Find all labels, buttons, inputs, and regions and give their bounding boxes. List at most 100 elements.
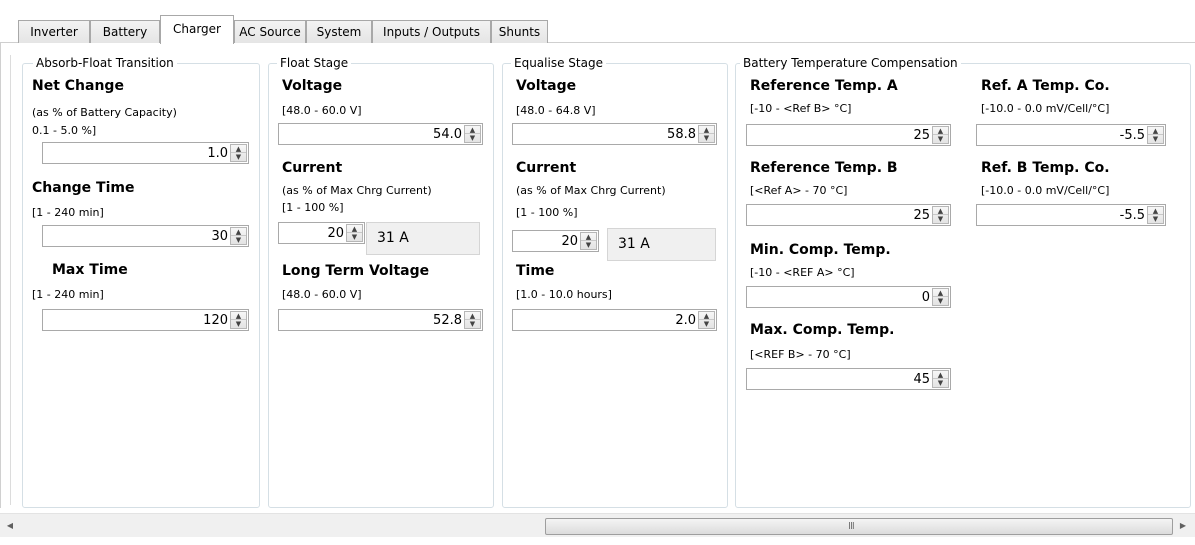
down-arrow-icon[interactable]: ▼ — [933, 215, 948, 223]
scrollbar-thumb[interactable]: III — [545, 518, 1173, 535]
up-arrow-icon[interactable]: ▲ — [231, 145, 246, 153]
tab-inputs-outputs[interactable]: Inputs / Outputs — [372, 20, 491, 44]
down-arrow-icon[interactable]: ▼ — [933, 135, 948, 143]
scroll-right-icon[interactable]: ▶ — [1175, 518, 1191, 534]
eq-time-spinner[interactable]: 2.0 ▲ ▼ — [512, 309, 717, 331]
up-arrow-icon[interactable]: ▲ — [581, 233, 596, 241]
min-comp-temp-range: [-10 - <REF A> °C] — [750, 266, 855, 279]
down-arrow-icon[interactable]: ▼ — [231, 236, 246, 244]
max-comp-temp-value: 45 — [913, 372, 930, 387]
absorb-float-legend: Absorb-Float Transition — [33, 56, 177, 70]
tab-system[interactable]: System — [306, 20, 372, 44]
net-change-label: Net Change — [32, 78, 124, 94]
float-current-label: Current — [282, 160, 343, 176]
down-arrow-icon[interactable]: ▼ — [231, 320, 246, 328]
down-arrow-icon[interactable]: ▼ — [231, 153, 246, 161]
up-arrow-icon[interactable]: ▲ — [465, 312, 480, 320]
up-arrow-icon[interactable]: ▲ — [231, 312, 246, 320]
ref-temp-a-spinner[interactable]: 25 ▲ ▼ — [746, 124, 951, 146]
max-time-label: Max Time — [52, 262, 128, 278]
change-time-spinner[interactable]: 30 ▲ ▼ — [42, 225, 249, 247]
float-stage-legend: Float Stage — [277, 56, 352, 70]
change-time-value: 30 — [211, 229, 228, 244]
max-comp-temp-range: [<REF B> - 70 °C] — [750, 348, 851, 361]
temp-comp-legend: Battery Temperature Compensation — [740, 56, 961, 70]
down-arrow-icon[interactable]: ▼ — [581, 241, 596, 249]
long-term-voltage-range: [48.0 - 60.0 V] — [282, 288, 362, 301]
up-arrow-icon[interactable]: ▲ — [933, 207, 948, 215]
up-arrow-icon[interactable]: ▲ — [933, 289, 948, 297]
up-arrow-icon[interactable]: ▲ — [231, 228, 246, 236]
spin-buttons: ▲ ▼ — [932, 370, 949, 388]
spin-buttons: ▲ ▼ — [464, 311, 481, 329]
up-arrow-icon[interactable]: ▲ — [933, 127, 948, 135]
float-voltage-range: [48.0 - 60.0 V] — [282, 104, 362, 117]
max-time-value: 120 — [203, 313, 228, 328]
spin-buttons: ▲ ▼ — [230, 227, 247, 245]
tab-shunts[interactable]: Shunts — [491, 20, 548, 44]
up-arrow-icon[interactable]: ▲ — [465, 126, 480, 134]
spin-buttons: ▲ ▼ — [932, 206, 949, 224]
spin-buttons: ▲ ▼ — [230, 144, 247, 162]
scroll-left-icon[interactable]: ◀ — [2, 518, 18, 534]
ref-a-temp-co-range: [-10.0 - 0.0 mV/Cell/°C] — [981, 102, 1110, 115]
ref-temp-b-label: Reference Temp. B — [750, 160, 898, 176]
max-comp-temp-spinner[interactable]: 45 ▲ ▼ — [746, 368, 951, 390]
long-term-voltage-label: Long Term Voltage — [282, 263, 430, 279]
float-current-sub: (as % of Max Chrg Current) — [282, 184, 432, 197]
max-time-spinner[interactable]: 120 ▲ ▼ — [42, 309, 249, 331]
down-arrow-icon[interactable]: ▼ — [699, 134, 714, 142]
min-comp-temp-spinner[interactable]: 0 ▲ ▼ — [746, 286, 951, 308]
down-arrow-icon[interactable]: ▼ — [699, 320, 714, 328]
ref-b-temp-co-range: [-10.0 - 0.0 mV/Cell/°C] — [981, 184, 1110, 197]
up-arrow-icon[interactable]: ▲ — [1148, 207, 1163, 215]
down-arrow-icon[interactable]: ▼ — [465, 320, 480, 328]
horizontal-scrollbar[interactable]: ◀ III ▶ — [0, 513, 1195, 537]
max-time-range: [1 - 240 min] — [32, 288, 104, 301]
float-stage-group: Float Stage Voltage [48.0 - 60.0 V] 54.0… — [268, 56, 494, 508]
float-voltage-spinner[interactable]: 54.0 ▲ ▼ — [278, 123, 483, 145]
ref-temp-b-spinner[interactable]: 25 ▲ ▼ — [746, 204, 951, 226]
down-arrow-icon[interactable]: ▼ — [1148, 215, 1163, 223]
spin-buttons: ▲ ▼ — [698, 311, 715, 329]
up-arrow-icon[interactable]: ▲ — [699, 126, 714, 134]
ref-b-temp-co-spinner[interactable]: -5.5 ▲ ▼ — [976, 204, 1166, 226]
up-arrow-icon[interactable]: ▲ — [1148, 127, 1163, 135]
net-change-spinner[interactable]: 1.0 ▲ ▼ — [42, 142, 249, 164]
spin-buttons: ▲ ▼ — [698, 125, 715, 143]
eq-voltage-spinner[interactable]: 58.8 ▲ ▼ — [512, 123, 717, 145]
eq-voltage-label: Voltage — [516, 78, 577, 94]
tab-inverter[interactable]: Inverter — [18, 20, 90, 44]
down-arrow-icon[interactable]: ▼ — [465, 134, 480, 142]
float-current-amps: 31 A — [366, 222, 480, 255]
ref-a-temp-co-spinner[interactable]: -5.5 ▲ ▼ — [976, 124, 1166, 146]
ref-temp-a-label: Reference Temp. A — [750, 78, 898, 94]
down-arrow-icon[interactable]: ▼ — [933, 379, 948, 387]
down-arrow-icon[interactable]: ▼ — [347, 233, 362, 241]
ref-a-temp-co-value: -5.5 — [1119, 128, 1145, 143]
eq-current-spinner[interactable]: 20 ▲ ▼ — [512, 230, 599, 252]
max-comp-temp-label: Max. Comp. Temp. — [750, 322, 895, 338]
float-voltage-value: 54.0 — [433, 127, 462, 142]
tab-charger[interactable]: Charger — [160, 15, 234, 44]
net-change-sub: (as % of Battery Capacity) — [32, 106, 177, 119]
tab-bar: Inverter Battery Charger AC Source Syste… — [0, 0, 1195, 44]
scrollbar-grip: III — [848, 521, 855, 532]
ref-b-temp-co-label: Ref. B Temp. Co. — [981, 160, 1110, 176]
long-term-voltage-spinner[interactable]: 52.8 ▲ ▼ — [278, 309, 483, 331]
spin-buttons: ▲ ▼ — [346, 224, 363, 242]
ref-temp-a-value: 25 — [913, 128, 930, 143]
eq-time-value: 2.0 — [675, 313, 696, 328]
tab-ac-source[interactable]: AC Source — [234, 20, 306, 44]
eq-current-amps: 31 A — [607, 228, 716, 261]
eq-time-label: Time — [516, 263, 555, 279]
up-arrow-icon[interactable]: ▲ — [699, 312, 714, 320]
float-current-range: [1 - 100 %] — [282, 201, 344, 214]
float-current-spinner[interactable]: 20 ▲ ▼ — [278, 222, 365, 244]
up-arrow-icon[interactable]: ▲ — [347, 225, 362, 233]
spin-buttons: ▲ ▼ — [932, 126, 949, 144]
down-arrow-icon[interactable]: ▼ — [933, 297, 948, 305]
up-arrow-icon[interactable]: ▲ — [933, 371, 948, 379]
down-arrow-icon[interactable]: ▼ — [1148, 135, 1163, 143]
tab-battery[interactable]: Battery — [90, 20, 160, 44]
